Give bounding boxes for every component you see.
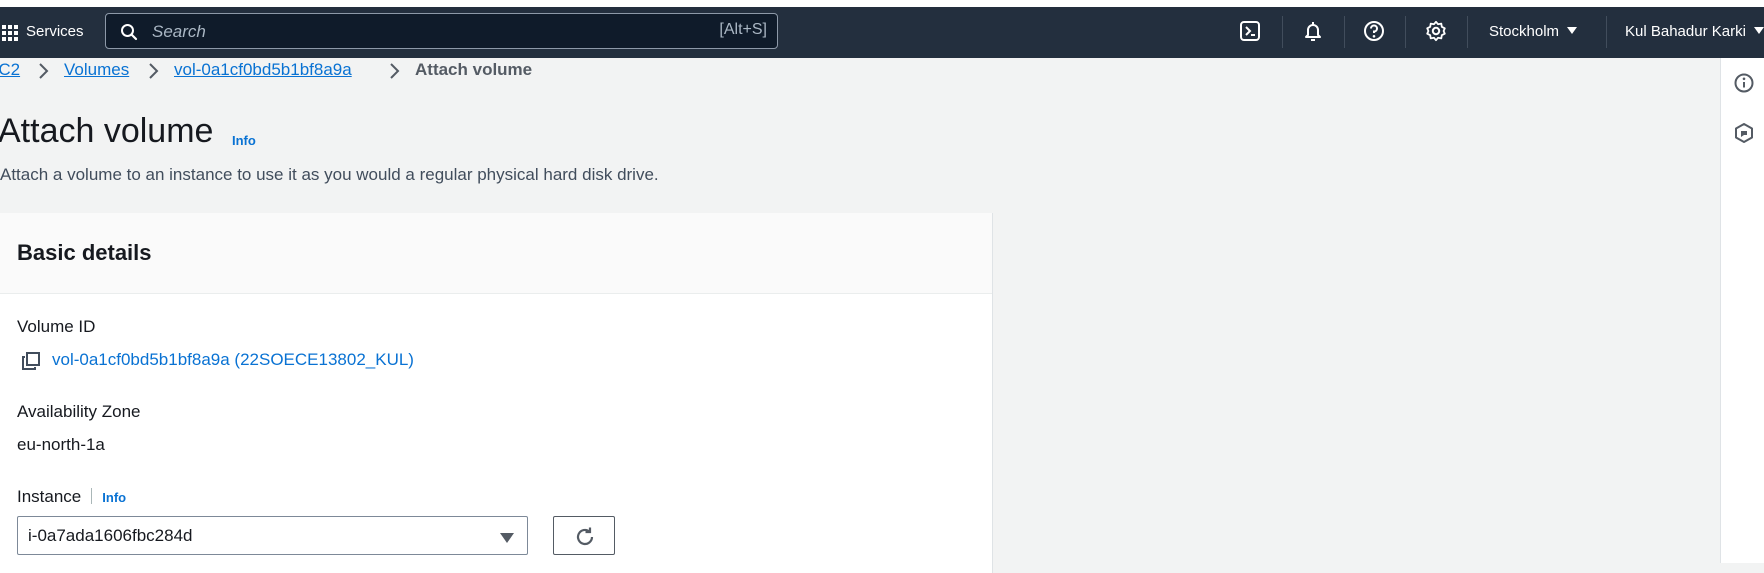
basic-details-panel: Basic details Volume ID vol-0a1cf0bd5b1b…: [0, 213, 993, 573]
breadcrumb-volume-id[interactable]: vol-0a1cf0bd5b1bf8a9a: [174, 60, 352, 80]
help-icon[interactable]: [1363, 20, 1385, 42]
instance-label-row: Instance Info: [17, 487, 126, 507]
chevron-right-icon: [149, 63, 159, 79]
gear-icon[interactable]: [1425, 20, 1447, 42]
refresh-button[interactable]: [553, 516, 615, 555]
instance-info-link[interactable]: Info: [102, 490, 126, 505]
info-circle-icon[interactable]: [1733, 72, 1755, 94]
nav-divider: [1344, 16, 1345, 48]
nav-divider: [1467, 16, 1468, 48]
availability-zone-label: Availability Zone: [17, 402, 141, 421]
instance-select[interactable]: i-0a7ada1606fbc284d: [17, 516, 528, 555]
top-navigation: Services [Alt+S] Stockholm Kul Bahadur K…: [0, 7, 1764, 58]
breadcrumb-ec2[interactable]: EC2: [0, 60, 20, 80]
chevron-down-icon: [500, 533, 514, 543]
chevron-right-icon: [390, 63, 400, 79]
search-icon: [121, 24, 138, 41]
nav-divider: [1405, 16, 1406, 48]
services-button[interactable]: Services: [26, 23, 84, 40]
volume-id-label: Volume ID: [17, 317, 96, 336]
tools-rail: [1720, 58, 1764, 563]
instance-select-value: i-0a7ada1606fbc284d: [28, 526, 193, 545]
region-label: Stockholm: [1489, 23, 1560, 40]
page-title: Attach volume: [0, 112, 214, 150]
search-shortcut: [Alt+S]: [719, 21, 767, 38]
breadcrumb-current: Attach volume: [415, 60, 533, 79]
instance-label: Instance: [17, 487, 82, 506]
volume-id-link[interactable]: vol-0a1cf0bd5b1bf8a9a (22SOECE13802_KUL): [52, 350, 414, 370]
user-name: Kul Bahadur Karki: [1625, 23, 1746, 40]
divider: [91, 488, 93, 504]
copy-icon[interactable]: [21, 351, 41, 371]
availability-zone-value: eu-north-1a: [17, 435, 105, 454]
panel-header: Basic details: [0, 213, 992, 294]
refresh-icon: [576, 527, 594, 546]
feedback-icon[interactable]: [1733, 122, 1755, 144]
region-selector[interactable]: Stockholm: [1489, 23, 1578, 40]
apps-grid-icon[interactable]: [2, 25, 18, 41]
search-input[interactable]: [150, 18, 674, 46]
breadcrumb-volumes[interactable]: Volumes: [64, 60, 129, 80]
panel-title: Basic details: [17, 240, 152, 265]
chevron-down-icon: [1567, 27, 1578, 34]
page-description: Attach a volume to an instance to use it…: [0, 165, 659, 184]
nav-divider: [1606, 16, 1607, 48]
account-menu[interactable]: Kul Bahadur Karki: [1625, 23, 1764, 40]
chevron-right-icon: [39, 63, 49, 79]
search-box[interactable]: [Alt+S]: [105, 13, 778, 49]
cloudshell-icon[interactable]: [1239, 20, 1261, 42]
top-edge: [0, 0, 1764, 7]
chevron-down-icon: [1753, 27, 1764, 34]
bell-icon[interactable]: [1302, 20, 1324, 42]
nav-divider: [1282, 16, 1283, 48]
title-info-link[interactable]: Info: [232, 133, 256, 148]
